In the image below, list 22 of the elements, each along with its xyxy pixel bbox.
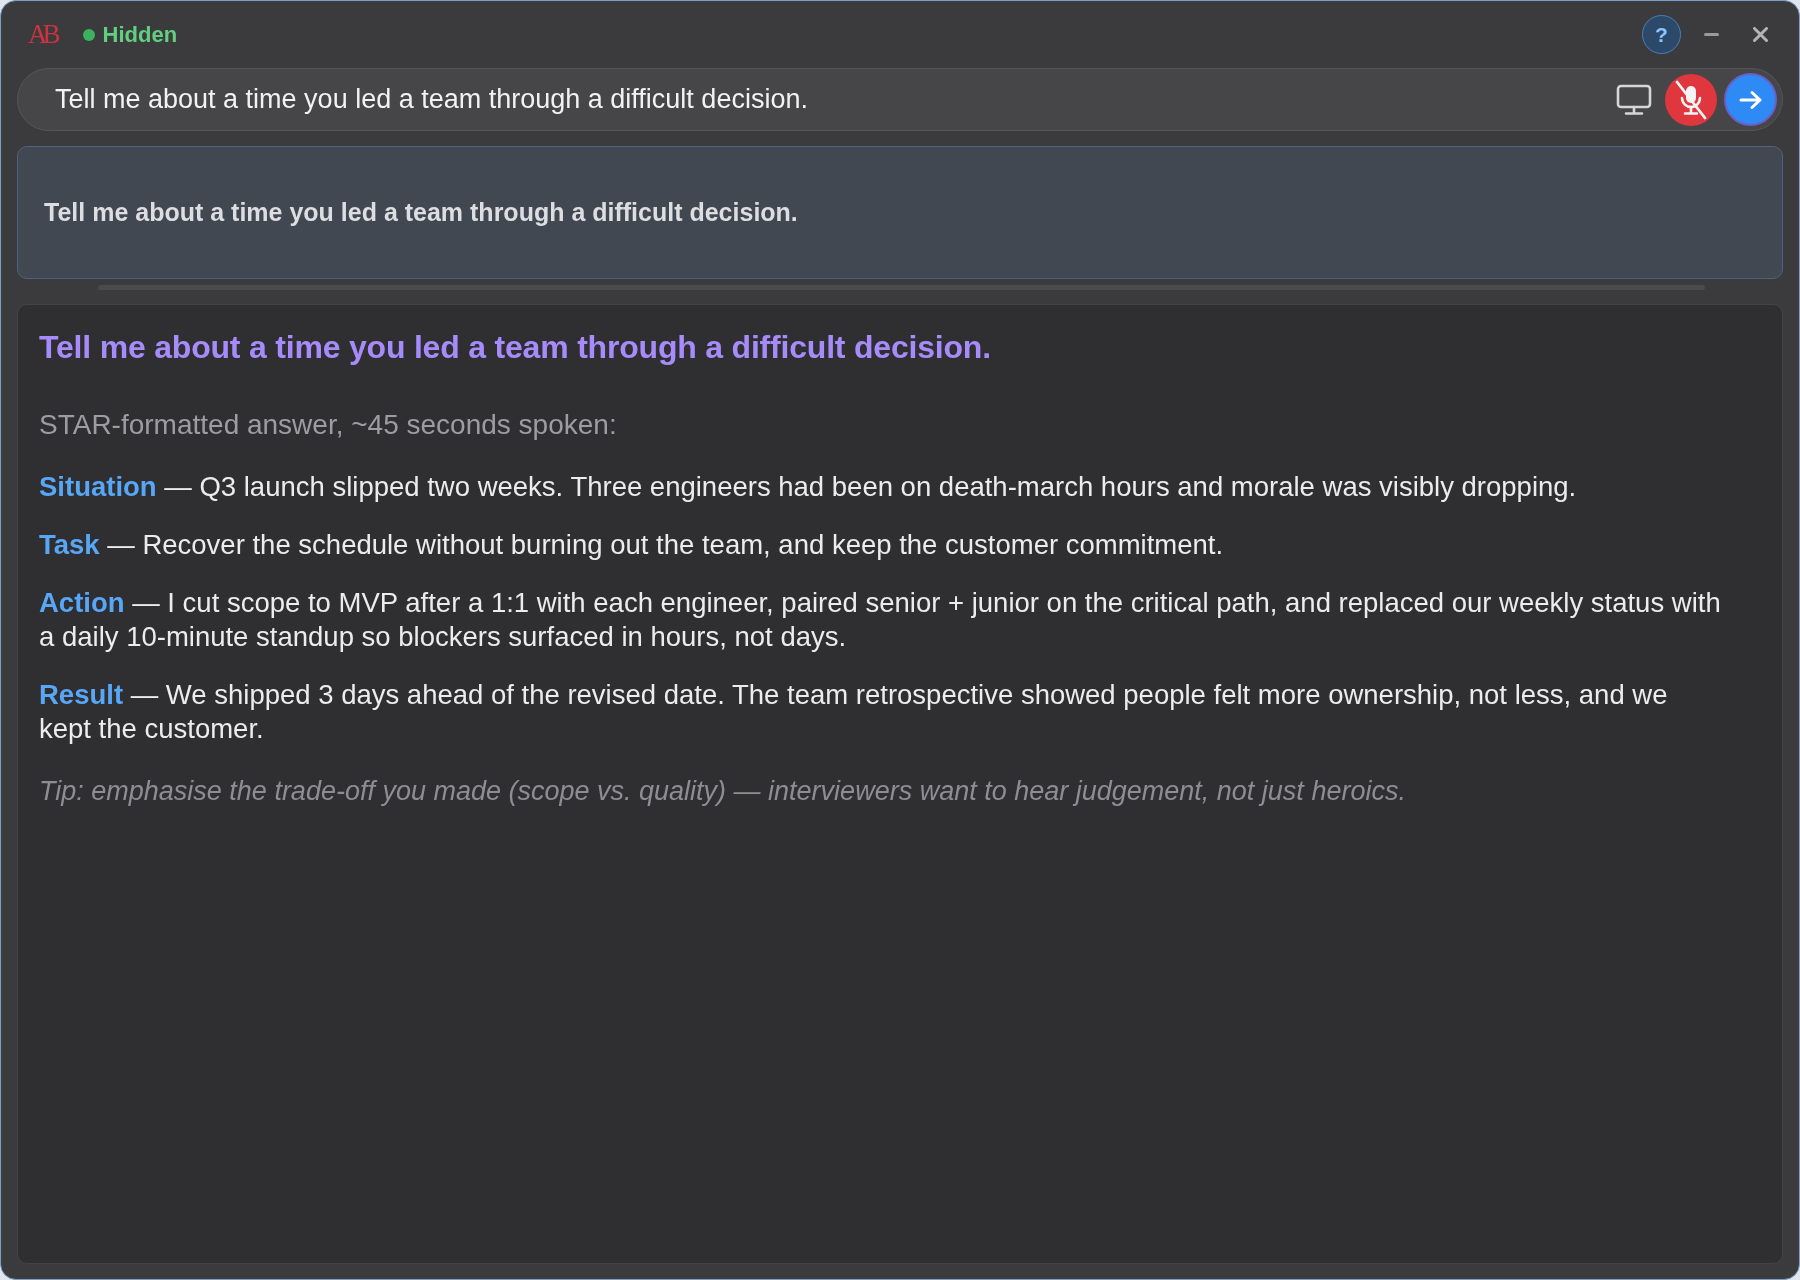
answer-paragraph: Action — I cut scope to MVP after a 1:1 with each engineer, paired senior + junior on the critical path, and replaced our weekly status with a daily 10-minute standup so blockers surfaced in hours, not days. [39,586,1722,654]
answer-paragraph: Situation — Q3 launch slipped two weeks. Three engineers had been on death-march hours and morale was visibly dropping. [39,470,1578,504]
close-button[interactable] [1753,27,1768,42]
mic-muted-button[interactable] [1665,73,1717,126]
prompt-input[interactable]: Tell me about a time you led a team through a difficult decision. [55,81,1600,118]
arrow-right-icon [1738,89,1763,110]
tip-text: Tip: emphasise the trade-off you made (scope vs. quality) — interviewers want to hear judgement, not just heroics. [39,775,1407,808]
monitor-icon[interactable] [1616,83,1652,116]
answer-title: Tell me about a time you led a team through a difficult decision. [39,328,992,366]
send-button[interactable] [1724,73,1777,126]
close-icon [1753,27,1768,42]
answer-intro: STAR-formatted answer, ~45 seconds spoken: [39,408,618,442]
question-text: Tell me about a time you led a team through a difficult decision. [44,198,798,227]
app-logo: AB [28,21,58,48]
prompt-field[interactable]: Tell me about a time you led a team through a difficult decision. [17,68,1783,131]
answer-paragraph: Task — Recover the schedule without burning out the team, and keep the customer commitment. [39,528,1225,562]
status-label: Hidden [102,21,178,48]
mic-off-icon [1674,79,1708,120]
help-button[interactable]: ? [1642,15,1681,54]
answer-paragraph: Result — We shipped 3 days ahead of the revised date. The team retrospective showed people felt more ownership, not less, and we kept the customer. [39,678,1669,746]
minimize-icon [1704,33,1719,36]
status-dot-icon [82,28,95,41]
